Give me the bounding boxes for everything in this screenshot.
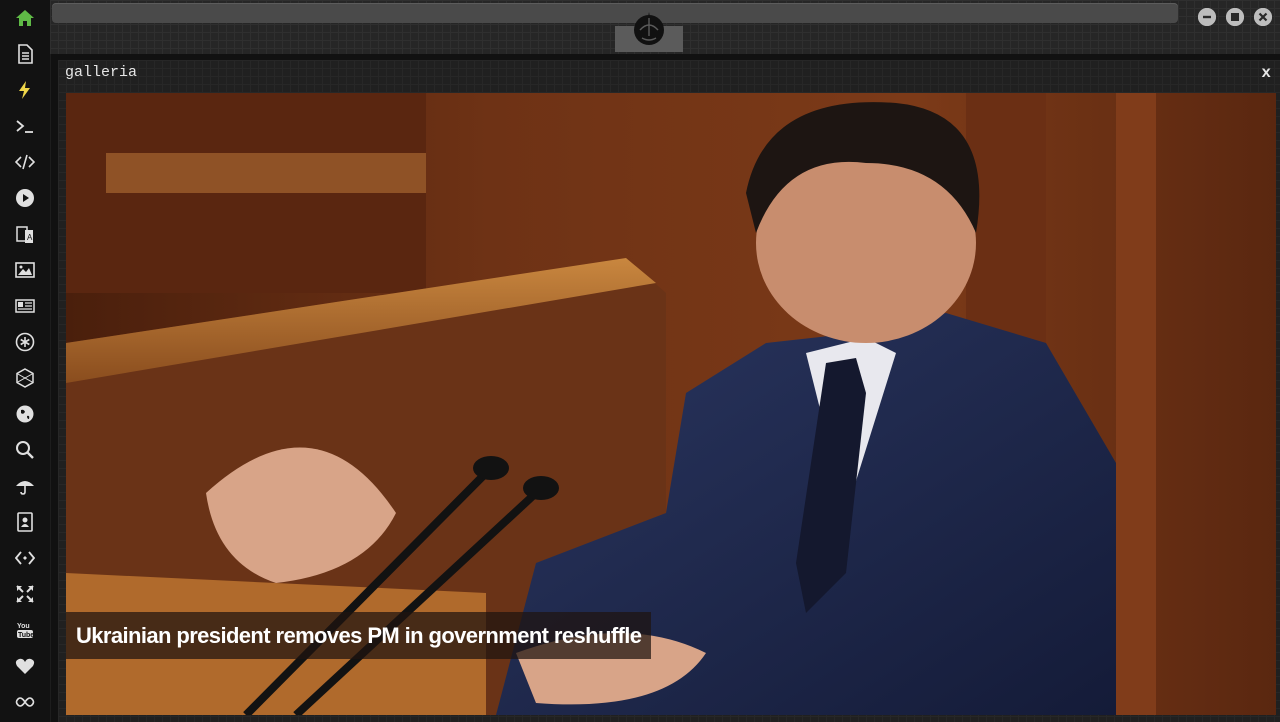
newspaper-icon[interactable] — [13, 294, 37, 318]
asterisk-icon[interactable] — [13, 330, 37, 354]
rebel-alliance-logo-icon — [628, 6, 670, 48]
document-icon[interactable] — [13, 42, 37, 66]
code-icon[interactable] — [13, 150, 37, 174]
expand-icon[interactable] — [13, 582, 37, 606]
globe-icon[interactable] — [13, 402, 37, 426]
top-bar — [50, 0, 1280, 54]
youtube-icon[interactable]: You Tube — [13, 618, 37, 642]
minimize-button[interactable] — [1198, 8, 1216, 26]
terminal-icon[interactable] — [13, 114, 37, 138]
hexagon-icon[interactable] — [13, 366, 37, 390]
svg-text:You: You — [17, 623, 30, 630]
window-close-button[interactable]: x — [1261, 64, 1271, 82]
address-bar[interactable] — [52, 3, 1178, 23]
translate-icon[interactable]: A — [13, 222, 37, 246]
maximize-button[interactable] — [1226, 8, 1244, 26]
infinity-icon[interactable] — [13, 690, 37, 714]
lightning-icon[interactable] — [13, 78, 37, 102]
heart-icon[interactable] — [13, 654, 37, 678]
play-icon[interactable] — [13, 186, 37, 210]
sidebar: A You Tube — [0, 0, 51, 722]
image-icon[interactable] — [13, 258, 37, 282]
home-icon[interactable] — [13, 6, 37, 30]
close-window-button[interactable] — [1254, 8, 1272, 26]
svg-text:Tube: Tube — [18, 632, 34, 639]
embed-icon[interactable] — [13, 546, 37, 570]
window-title: galleria — [65, 64, 138, 81]
contacts-icon[interactable] — [13, 510, 37, 534]
image-caption: Ukrainian president removes PM in govern… — [66, 612, 652, 659]
caption-text: Ukrainian president removes PM in govern… — [76, 622, 642, 648]
umbrella-icon[interactable] — [13, 474, 37, 498]
search-icon[interactable] — [13, 438, 37, 462]
svg-text:A: A — [27, 233, 33, 242]
